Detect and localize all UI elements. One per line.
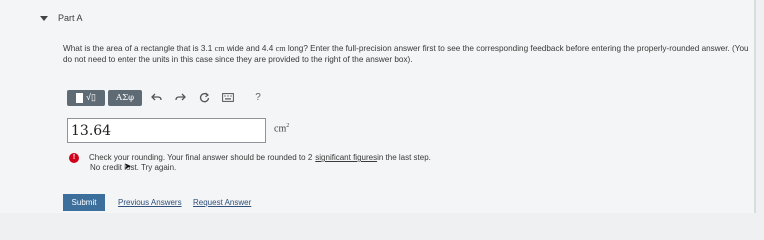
answer-unit: cm2 xyxy=(274,123,289,134)
question-text: What is the area of a rectangle that is … xyxy=(63,44,753,65)
significant-figures-link[interactable]: significant figures xyxy=(315,153,377,163)
radical-template-icon: √▯ xyxy=(86,92,96,102)
greek-symbols-button[interactable]: ΑΣφ xyxy=(108,89,142,106)
feedback-text: Check your rounding. Your final answer s… xyxy=(89,153,313,162)
math-toolbar: √▯ ΑΣφ ? xyxy=(67,89,268,106)
alert-icon: ! xyxy=(69,153,79,163)
question-panel xyxy=(0,0,754,213)
mouse-cursor-icon: ➤ xyxy=(124,161,132,171)
question-unit-cm: cm xyxy=(275,44,286,53)
question-unit-cm: cm xyxy=(214,44,225,53)
question-text-before: What is the area of a rectangle that is … xyxy=(63,44,215,53)
answer-unit-text: cm xyxy=(274,123,287,135)
collapse-caret-icon[interactable] xyxy=(40,15,48,21)
feedback-text-suffix: in the last step. xyxy=(377,153,431,162)
answer-unit-exponent: 2 xyxy=(286,123,290,129)
redo-icon[interactable] xyxy=(170,90,190,106)
reset-icon[interactable] xyxy=(194,90,214,106)
keyboard-icon[interactable] xyxy=(218,90,238,106)
template-square-icon xyxy=(76,92,84,103)
answer-input[interactable]: 13.64 xyxy=(67,118,266,143)
panel-divider xyxy=(754,0,756,213)
previous-answers-link[interactable]: Previous Answers xyxy=(118,198,182,207)
part-header[interactable]: Part A xyxy=(40,11,83,25)
undo-icon[interactable] xyxy=(146,90,166,106)
help-icon[interactable]: ? xyxy=(248,90,268,106)
request-answer-link[interactable]: Request Answer xyxy=(193,198,251,207)
submit-button[interactable]: Submit xyxy=(63,194,105,211)
question-text-mid: wide and 4.4 xyxy=(224,44,276,53)
templates-button[interactable]: √▯ xyxy=(67,89,105,106)
part-title: Part A xyxy=(58,13,83,23)
